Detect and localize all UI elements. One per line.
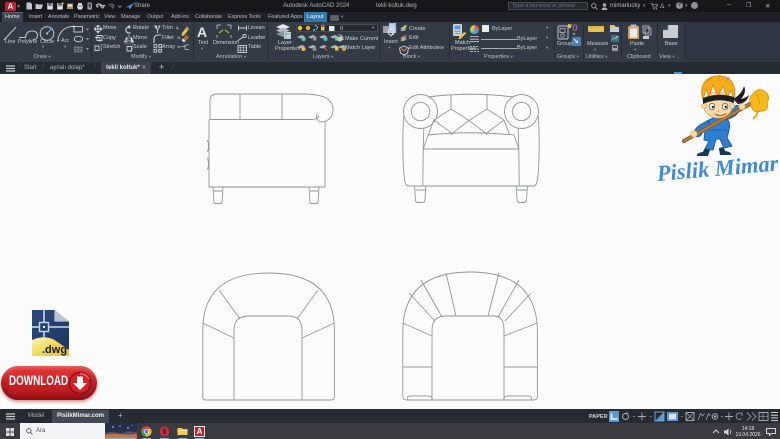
svg-text:.dwg: .dwg bbox=[42, 344, 67, 356]
